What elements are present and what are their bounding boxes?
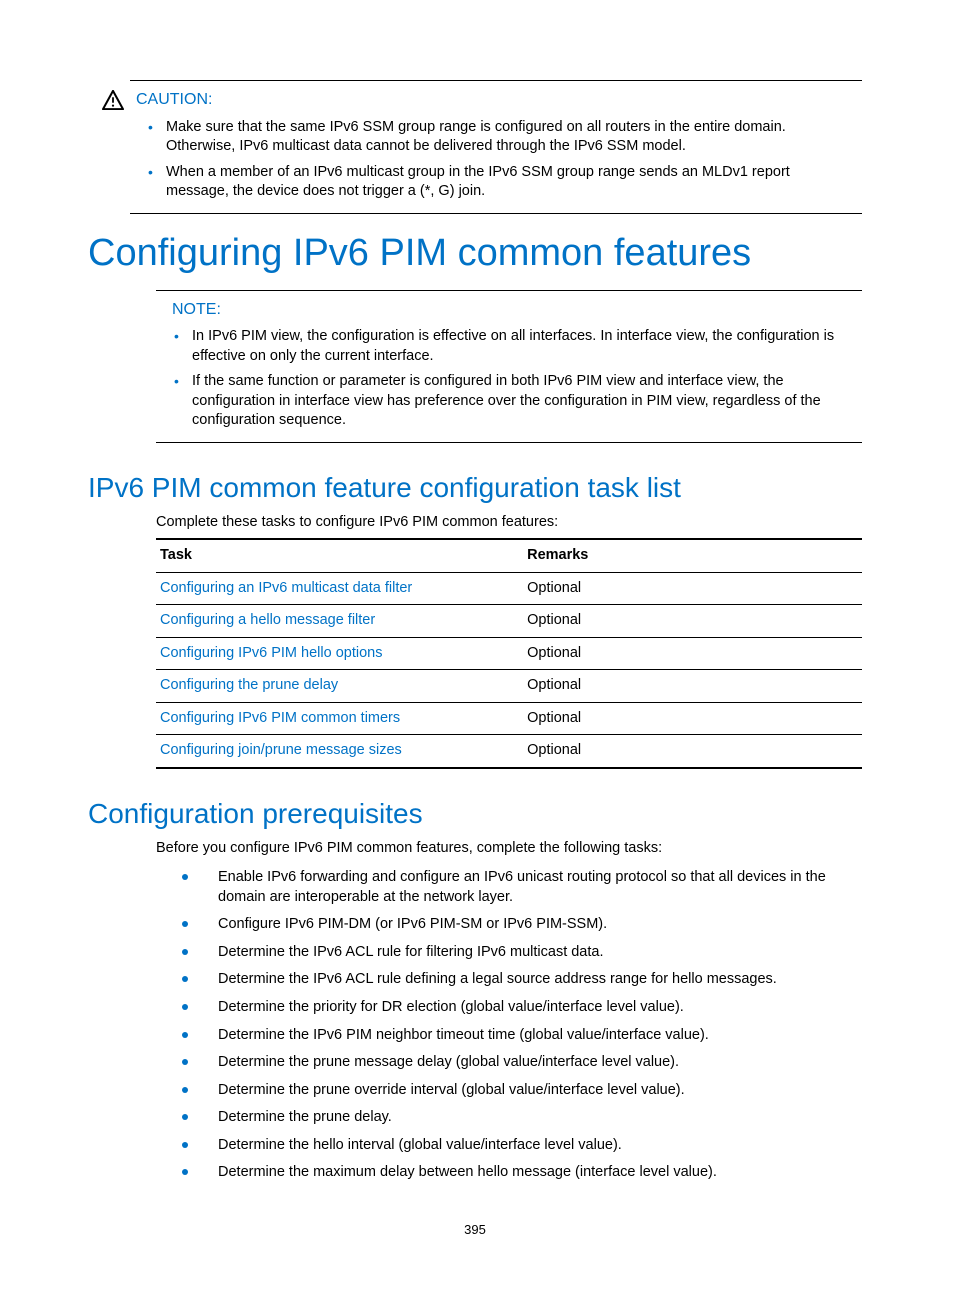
task-link[interactable]: Configuring the prune delay [156,670,523,703]
caution-box: CAUTION: Make sure that the same IPv6 SS… [130,80,862,214]
table-header-remarks: Remarks [523,539,862,572]
table-row: Configuring join/prune message sizes Opt… [156,735,862,768]
table-row: Configuring an IPv6 multicast data filte… [156,572,862,605]
list-item: Enable IPv6 forwarding and configure an … [182,864,862,911]
list-item: Make sure that the same IPv6 SSM group r… [146,115,862,160]
list-item: Determine the IPv6 ACL rule for filterin… [182,939,862,967]
heading-2-task-list: IPv6 PIM common feature configuration ta… [88,471,862,505]
task-remark: Optional [523,572,862,605]
table-header-task: Task [156,539,523,572]
task-remark: Optional [523,605,862,638]
list-item: Determine the IPv6 ACL rule defining a l… [182,966,862,994]
task-remark: Optional [523,702,862,735]
note-box: NOTE: In IPv6 PIM view, the configuratio… [156,290,862,443]
warning-triangle-icon [102,90,124,110]
table-row: Configuring IPv6 PIM hello options Optio… [156,637,862,670]
list-item: Determine the priority for DR election (… [182,994,862,1022]
note-label: NOTE: [156,299,862,321]
list-item: Determine the prune delay. [182,1104,862,1132]
table-row: Configuring the prune delay Optional [156,670,862,703]
task-link[interactable]: Configuring an IPv6 multicast data filte… [156,572,523,605]
list-item: In IPv6 PIM view, the configuration is e… [172,324,862,369]
task-link[interactable]: Configuring IPv6 PIM hello options [156,637,523,670]
task-table: Task Remarks Configuring an IPv6 multica… [156,538,862,769]
heading-2-prereq: Configuration prerequisites [88,797,862,831]
task-link[interactable]: Configuring a hello message filter [156,605,523,638]
task-link[interactable]: Configuring join/prune message sizes [156,735,523,768]
prereq-intro-text: Before you configure IPv6 PIM common fea… [156,839,862,859]
list-item: When a member of an IPv6 multicast group… [146,160,862,205]
task-remark: Optional [523,637,862,670]
list-item: Configure IPv6 PIM-DM (or IPv6 PIM-SM or… [182,911,862,939]
caution-label: CAUTION: [136,89,212,111]
task-link[interactable]: Configuring IPv6 PIM common timers [156,702,523,735]
caution-header: CAUTION: [130,89,862,111]
list-item: Determine the hello interval (global val… [182,1132,862,1160]
list-item: Determine the prune override interval (g… [182,1077,862,1105]
table-row: Configuring IPv6 PIM common timers Optio… [156,702,862,735]
page-number: 395 [88,1221,862,1239]
table-row: Configuring a hello message filter Optio… [156,605,862,638]
task-remark: Optional [523,735,862,768]
list-item: Determine the prune message delay (globa… [182,1049,862,1077]
prereq-list: Enable IPv6 forwarding and configure an … [182,864,862,1187]
task-remark: Optional [523,670,862,703]
list-item: Determine the IPv6 PIM neighbor timeout … [182,1022,862,1050]
note-list: In IPv6 PIM view, the configuration is e… [156,324,862,434]
document-page: CAUTION: Make sure that the same IPv6 SS… [0,0,954,1278]
list-item: If the same function or parameter is con… [172,369,862,434]
list-item: Determine the maximum delay between hell… [182,1159,862,1187]
caution-list: Make sure that the same IPv6 SSM group r… [130,115,862,205]
task-intro-text: Complete these tasks to configure IPv6 P… [156,513,862,533]
heading-1: Configuring IPv6 PIM common features [88,232,862,276]
